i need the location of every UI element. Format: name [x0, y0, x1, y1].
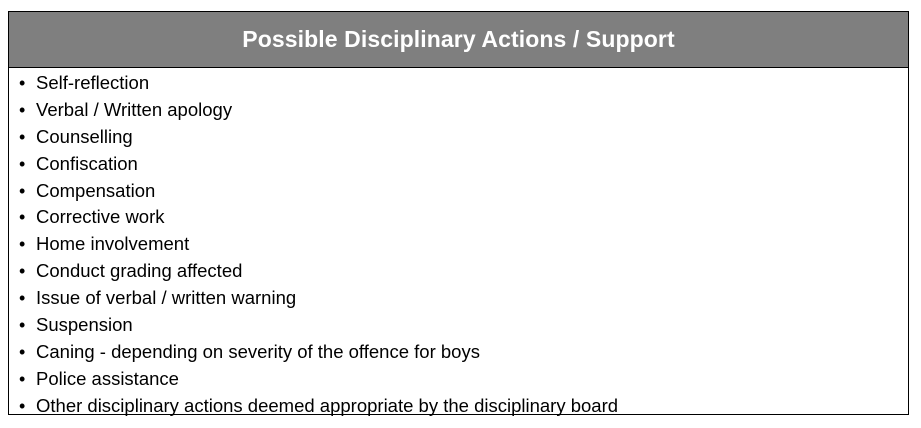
list-item: • Conduct grading affected	[19, 258, 908, 285]
list-item: • Caning - depending on severity of the o…	[19, 339, 908, 366]
bullet-icon: •	[19, 73, 26, 93]
list-item-text: Issue of verbal / written warning	[36, 287, 297, 309]
bullet-icon: •	[19, 234, 26, 255]
bullet-icon: •	[19, 180, 26, 201]
bullet-icon: •	[19, 261, 26, 282]
bullet-icon: •	[19, 341, 26, 362]
list-item-text: Suspension	[36, 314, 133, 336]
list-item: • Issue of verbal / written warning	[19, 285, 908, 312]
table-header: Possible Disciplinary Actions / Support	[9, 12, 908, 68]
list-item-text: Police assistance	[36, 367, 179, 389]
table-title: Possible Disciplinary Actions / Support	[242, 26, 675, 52]
list-item: • Home involvement	[19, 231, 908, 258]
list-item-text: Conduct grading affected	[36, 260, 243, 282]
bullet-icon: •	[19, 99, 26, 120]
list-item-text: Confiscation	[36, 152, 138, 174]
list-item-text: Corrective work	[36, 206, 165, 228]
list-item: • Counselling	[19, 124, 908, 151]
list-item: • Police assistance	[19, 366, 908, 393]
list-item-text: Home involvement	[36, 233, 190, 255]
list-item: • Suspension	[19, 312, 908, 339]
list-item: • Verbal / Written apology	[19, 97, 908, 124]
bullet-icon: •	[19, 368, 26, 389]
list-item-text: Verbal / Written apology	[36, 98, 233, 120]
list-item-text: Caning - depending on severity of the of…	[36, 340, 480, 362]
list-item: • Confiscation	[19, 151, 908, 178]
list-item: • Corrective work	[19, 204, 908, 231]
list-item: • Other disciplinary actions deemed appro…	[19, 393, 908, 420]
bullet-icon: •	[19, 153, 26, 174]
list-item-text: Other disciplinary actions deemed approp…	[36, 394, 619, 416]
bullet-icon: •	[19, 315, 26, 336]
list-item-text: Counselling	[36, 125, 133, 147]
bullet-icon: •	[19, 395, 26, 416]
actions-list: • Self-reflection • Verbal / Written apolo…	[9, 68, 908, 420]
list-item-text: Self-reflection	[36, 72, 150, 93]
list-item-text: Compensation	[36, 179, 156, 201]
bullet-icon: •	[19, 207, 26, 228]
list-item: • Compensation	[19, 178, 908, 205]
bullet-icon: •	[19, 288, 26, 309]
bullet-icon: •	[19, 126, 26, 147]
disciplinary-actions-table: Possible Disciplinary Actions / Support …	[8, 11, 909, 416]
list-item: • Self-reflection	[19, 70, 908, 97]
